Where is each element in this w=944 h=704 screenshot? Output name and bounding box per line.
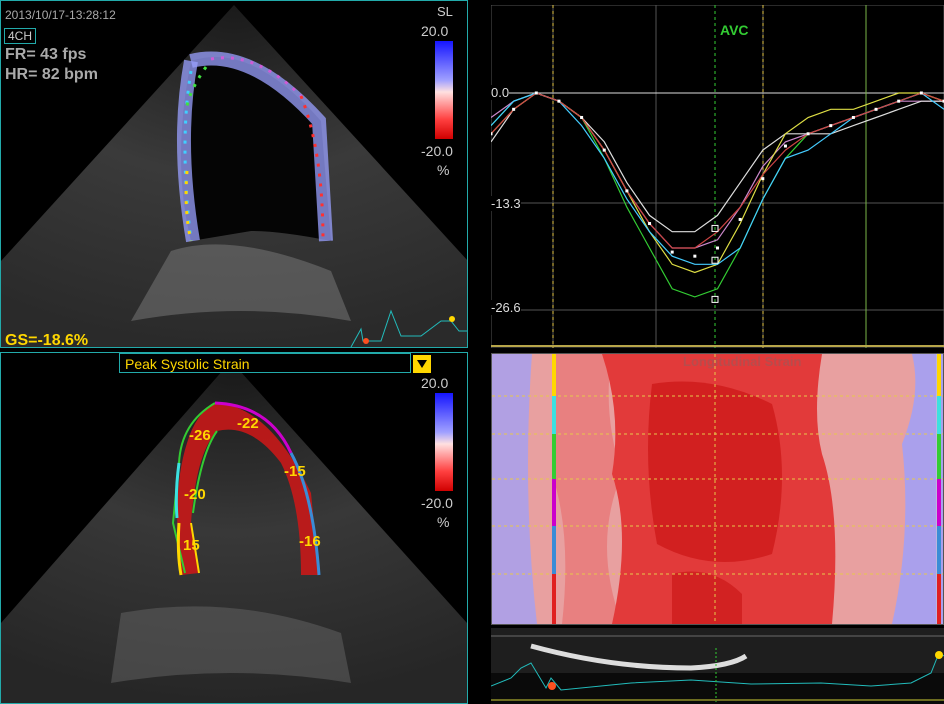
- scale-max-label: 20.0: [421, 23, 449, 39]
- segment-value-basal-septal: -26: [189, 427, 211, 444]
- scale-max-label: 20.0: [421, 375, 449, 391]
- average-point: [738, 217, 742, 221]
- strain-curves-chart: AVC 0.0 -13.3 -26.6: [491, 5, 944, 348]
- average-point: [557, 99, 561, 103]
- strain-color-bar: [435, 393, 453, 491]
- average-point: [625, 189, 629, 193]
- average-point: [491, 132, 493, 136]
- average-point: [851, 115, 855, 119]
- parameter-dropdown-value: Peak Systolic Strain: [125, 356, 250, 372]
- average-point: [806, 132, 810, 136]
- parameter-dropdown[interactable]: Peak Systolic Strain: [119, 353, 411, 373]
- y-tick-label: -26.6: [491, 300, 521, 315]
- segment-value-apical-lateral: -22: [237, 415, 259, 432]
- view-badge[interactable]: 4CH: [4, 28, 37, 44]
- strain-curves-svg: [491, 5, 944, 348]
- average-point: [580, 115, 584, 119]
- segment-strain-image: [1, 361, 467, 703]
- tracking-view-panel: 2013/10/17-13:28:12 4CH FR= 43 fps HR= 8…: [0, 0, 468, 349]
- mmode-ecg-strip: [491, 628, 944, 704]
- average-point: [829, 124, 833, 128]
- strain-heatmap: [492, 354, 943, 624]
- average-point: [716, 246, 719, 250]
- global-strain-label: GS=-18.6%: [5, 332, 89, 349]
- average-point: [919, 91, 923, 95]
- timestamp: 2013/10/17-13:28:12: [5, 8, 116, 22]
- y-tick-label: 0.0: [491, 85, 510, 100]
- average-point: [693, 254, 697, 258]
- frame-rate-label: FR= 43 fps: [5, 46, 87, 63]
- segment-value-basal-lateral: -16: [299, 533, 321, 550]
- scale-min-label: -20.0: [421, 143, 453, 159]
- scale-unit-label: %: [437, 514, 450, 530]
- average-point: [783, 144, 787, 148]
- avc-event-label: AVC: [720, 22, 749, 38]
- heart-rate-label: HR= 82 bpm: [5, 66, 98, 83]
- average-point: [512, 107, 516, 111]
- scale-min-label: -20.0: [421, 495, 453, 511]
- mode-label: SL: [437, 4, 453, 19]
- average-point: [534, 91, 538, 95]
- chevron-down-icon: [417, 360, 427, 368]
- segment-strain-panel: Peak Systolic Strain 20.0 -20.0 % -26 -2…: [0, 352, 468, 704]
- y-tick-label: -13.3: [491, 196, 521, 211]
- strain-heatmap-panel: Longitudinal Strain: [491, 353, 944, 625]
- dropdown-arrow-button[interactable]: [413, 355, 431, 373]
- heatmap-title: Longitudinal Strain: [683, 354, 802, 369]
- average-point: [648, 222, 652, 226]
- scale-unit-label: %: [437, 162, 450, 178]
- average-point: [602, 148, 606, 152]
- segment-value-basal-inferoseptal: 15: [183, 537, 200, 554]
- segment-value-mid-lateral: -15: [284, 463, 306, 480]
- segment-value-mid-septal: -20: [184, 486, 206, 503]
- strain-color-bar: [435, 41, 453, 139]
- mmode-ecg-image: [491, 628, 944, 704]
- average-point: [897, 99, 901, 103]
- average-point: [874, 107, 878, 111]
- average-point: [670, 250, 674, 254]
- average-point: [761, 177, 765, 181]
